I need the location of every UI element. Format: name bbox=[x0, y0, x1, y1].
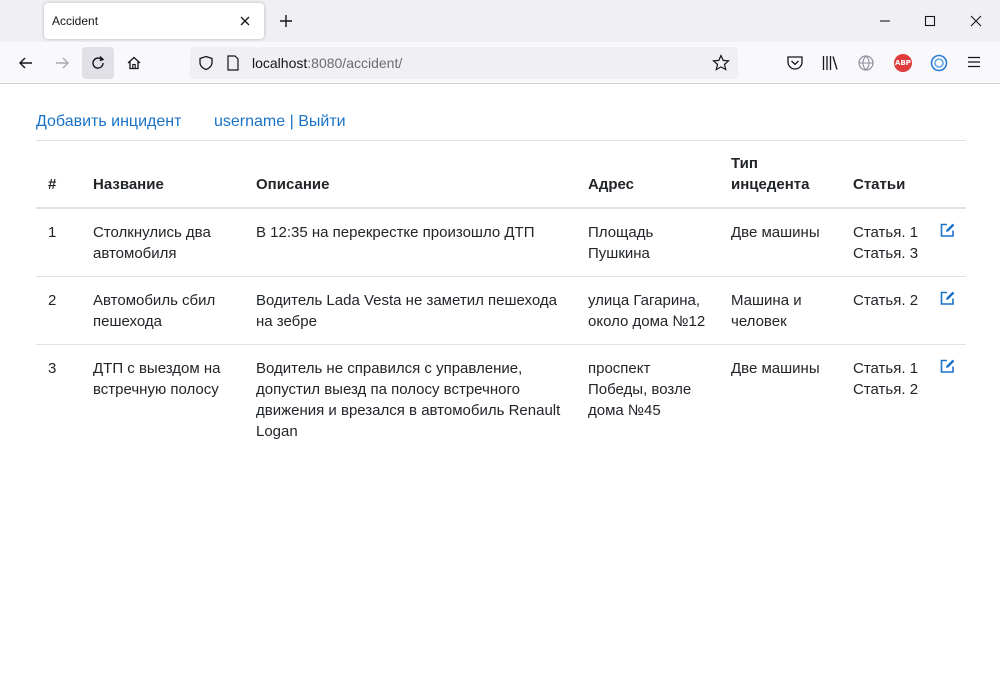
logout-link[interactable]: Выйти bbox=[298, 113, 345, 130]
cell-type: Машина и человек bbox=[719, 276, 841, 345]
cell-type: Две машины bbox=[731, 360, 820, 377]
menu-icon[interactable] bbox=[966, 54, 982, 70]
extension-icon[interactable] bbox=[930, 54, 948, 72]
table-row: 2 Автомобиль сбил пешехода Водитель Lada… bbox=[36, 276, 966, 345]
cell-actions bbox=[937, 276, 966, 345]
cell-articles: Статья. 1 Статья. 3 bbox=[841, 208, 937, 277]
forward-icon[interactable] bbox=[46, 47, 78, 79]
cell-articles: Статья. 2 bbox=[841, 276, 937, 345]
adblock-label: ABP bbox=[894, 54, 912, 72]
cell-actions bbox=[937, 208, 966, 277]
table-row: 3 ДТП с выездом на встречную полосу Води… bbox=[36, 345, 966, 455]
cell-address: Площадь Пушкина bbox=[576, 208, 719, 277]
table-row: 1 Столкнулись два автомобиля В 12:35 на … bbox=[36, 208, 966, 277]
minimize-icon[interactable] bbox=[875, 11, 895, 31]
article-item: Статья. 2 bbox=[853, 381, 919, 398]
maximize-icon[interactable] bbox=[920, 11, 940, 31]
cell-name: Столкнулись два автомобиля bbox=[81, 208, 244, 277]
cell-description: В 12:35 на перекрестке произошло ДТП bbox=[244, 208, 576, 277]
article-item: Статья. 1 bbox=[853, 224, 919, 241]
cell-actions bbox=[937, 345, 966, 455]
shield-icon[interactable] bbox=[198, 55, 214, 71]
page-icon bbox=[226, 55, 240, 71]
library-icon[interactable] bbox=[821, 54, 839, 72]
cell-num: 3 bbox=[48, 360, 57, 377]
back-icon[interactable] bbox=[10, 47, 42, 79]
edit-icon[interactable] bbox=[939, 358, 956, 374]
url-path: :8080/accident/ bbox=[307, 55, 403, 71]
user-box: username | Выйти bbox=[214, 112, 346, 132]
tab-strip: Accident bbox=[0, 0, 1000, 42]
separator: | bbox=[289, 113, 294, 130]
add-incident-link[interactable]: Добавить инцидент bbox=[36, 112, 181, 132]
edit-icon[interactable] bbox=[939, 222, 956, 238]
cell-name: Автомобиль сбил пешехода bbox=[81, 276, 244, 345]
article-item: Статья. 3 bbox=[853, 245, 919, 262]
cell-articles: Статья. 1 Статья. 2 bbox=[841, 345, 937, 455]
header-description: Описание bbox=[244, 141, 576, 209]
cell-num: 1 bbox=[36, 208, 81, 277]
url-bar[interactable]: localhost:8080/accident/ bbox=[190, 47, 738, 79]
pocket-icon[interactable] bbox=[786, 54, 804, 72]
cell-num: 2 bbox=[36, 276, 81, 345]
cell-name: ДТП с выездом на встречную полосу bbox=[93, 360, 221, 398]
adblock-icon[interactable]: ABP bbox=[894, 54, 912, 72]
close-icon[interactable] bbox=[236, 12, 254, 30]
header-num: # bbox=[36, 141, 81, 209]
header-type: Тип инцедента bbox=[719, 141, 841, 209]
reload-icon[interactable] bbox=[82, 47, 114, 79]
url-host: localhost bbox=[252, 55, 308, 71]
accidents-table: # Название Описание Адрес Тип инцедента … bbox=[36, 141, 966, 454]
cell-description: Водитель не справился с управление, допу… bbox=[256, 360, 561, 440]
window-close-icon[interactable] bbox=[966, 11, 986, 31]
article-item: Статья. 2 bbox=[853, 292, 919, 309]
tab-title: Accident bbox=[52, 14, 99, 28]
cell-address: проспект Победы, возле дома №45 bbox=[588, 360, 692, 419]
browser-tab[interactable]: Accident bbox=[44, 3, 264, 39]
url-text[interactable]: localhost:8080/accident/ bbox=[252, 55, 402, 71]
cell-address: улица Гагарина, около дома №12 bbox=[576, 276, 719, 345]
cell-description: Водитель Lada Vesta не заметил пешехода … bbox=[244, 276, 576, 345]
globe-icon[interactable] bbox=[857, 54, 875, 72]
header-actions bbox=[937, 141, 966, 209]
cell-type: Две машины bbox=[719, 208, 841, 277]
navigation-toolbar: localhost:8080/accident/ ABP bbox=[0, 42, 1000, 84]
article-item: Статья. 1 bbox=[853, 360, 919, 377]
home-icon[interactable] bbox=[118, 47, 150, 79]
header-name: Название bbox=[81, 141, 244, 209]
username-label: username bbox=[214, 113, 286, 130]
header-articles: Статьи bbox=[841, 141, 937, 209]
header-address: Адрес bbox=[576, 141, 719, 209]
plus-icon[interactable] bbox=[276, 11, 296, 31]
edit-icon[interactable] bbox=[939, 290, 956, 306]
star-icon[interactable] bbox=[712, 54, 730, 72]
table-header-row: # Название Описание Адрес Тип инцедента … bbox=[36, 141, 966, 209]
